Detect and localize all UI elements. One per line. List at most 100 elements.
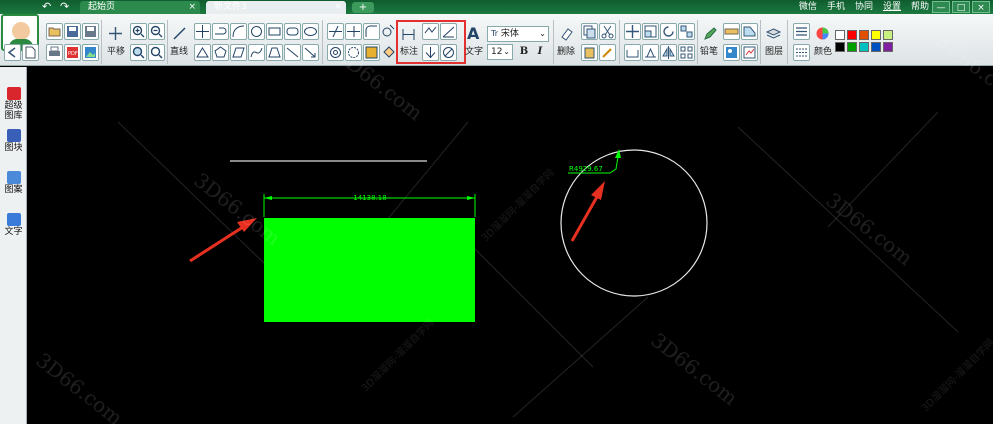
open-file-icon[interactable] <box>46 23 63 40</box>
image-export-icon[interactable] <box>82 44 99 61</box>
sidebar-item-label: 文字 <box>4 227 23 237</box>
print-icon[interactable] <box>46 44 63 61</box>
minimize-button[interactable]: — <box>932 1 950 13</box>
sidebar-item-block[interactable]: 图块 <box>1 129 26 153</box>
close-window-button[interactable]: × <box>972 1 990 13</box>
diagonal-line-icon[interactable] <box>284 44 301 61</box>
color-swatch[interactable] <box>871 30 881 40</box>
eraser-icon[interactable] <box>559 26 576 43</box>
scale-icon[interactable] <box>642 23 659 40</box>
rotate-object-icon[interactable] <box>660 23 677 40</box>
color-swatch[interactable] <box>847 42 857 52</box>
dimension-tool-icon[interactable] <box>401 27 418 44</box>
angular-dimension-icon[interactable] <box>440 23 457 40</box>
svg-text:PDF: PDF <box>68 51 78 57</box>
wechat-link[interactable]: 微信 <box>799 0 817 14</box>
fillet-icon[interactable] <box>363 23 380 40</box>
mobile-link[interactable]: 手机 <box>827 0 845 14</box>
tab-start-page[interactable]: 起始页 × <box>80 1 200 14</box>
color-swatch[interactable] <box>883 42 893 52</box>
add-tab-button[interactable]: + <box>352 2 374 13</box>
image-insert-icon[interactable] <box>723 44 740 61</box>
collaborate-link[interactable]: 协同 <box>855 0 873 14</box>
diameter-dimension-icon[interactable] <box>440 44 457 61</box>
stretch-icon[interactable] <box>624 44 641 61</box>
help-link[interactable]: 帮助 <box>911 0 929 14</box>
copy-icon[interactable] <box>581 23 598 40</box>
arrow-line-icon[interactable] <box>302 44 319 61</box>
paste-icon[interactable] <box>581 44 598 61</box>
zoom-in-icon[interactable] <box>130 23 147 40</box>
color-swatch[interactable] <box>847 30 857 40</box>
ellipse-icon[interactable] <box>302 23 319 40</box>
save-icon[interactable] <box>64 23 81 40</box>
font-size-select[interactable]: 12 ⌄ <box>487 44 513 60</box>
zoom-extents-icon[interactable] <box>130 44 147 61</box>
color-label: 颜色 <box>814 47 833 57</box>
text-tool-icon[interactable]: A <box>467 26 484 43</box>
tab-new-file[interactable]: 新文件3 × <box>206 1 346 14</box>
radius-dimension-icon[interactable] <box>422 44 439 61</box>
align-icon[interactable] <box>642 44 659 61</box>
arc-icon[interactable] <box>230 23 247 40</box>
pdf-export-icon[interactable]: PDF <box>64 44 81 61</box>
new-file-icon[interactable] <box>22 44 39 61</box>
layers-icon[interactable] <box>766 26 783 43</box>
color-swatch[interactable] <box>859 30 869 40</box>
close-icon[interactable]: × <box>188 1 196 14</box>
curve-icon[interactable] <box>248 44 265 61</box>
rounded-rect-icon[interactable] <box>284 23 301 40</box>
pattern-icon <box>6 171 21 184</box>
pencil-icon[interactable] <box>703 26 720 43</box>
color-swatch[interactable] <box>871 42 881 52</box>
aligned-dimension-icon[interactable] <box>422 23 439 40</box>
trapezoid-icon[interactable] <box>266 44 283 61</box>
trim-icon[interactable] <box>327 23 344 40</box>
font-select[interactable]: Tr 宋体 ⌄ <box>487 26 549 42</box>
redo-icon[interactable]: ↷ <box>60 0 69 14</box>
sidebar-item-text[interactable]: 文字 <box>1 213 26 237</box>
color-swatch[interactable] <box>859 42 869 52</box>
sidebar-item-gallery[interactable]: 超级图库 <box>1 87 26 121</box>
sidebar-item-pattern[interactable]: 图案 <box>1 171 26 195</box>
triangle-icon[interactable] <box>194 44 211 61</box>
line-tool-icon[interactable] <box>172 26 189 43</box>
brush-icon[interactable] <box>599 44 616 61</box>
color-swatch[interactable] <box>835 30 845 40</box>
undo-icon[interactable]: ↶ <box>42 0 51 14</box>
filled-rectangle[interactable] <box>264 218 475 322</box>
zoom-out-icon[interactable] <box>148 23 165 40</box>
zoom-refresh-icon[interactable] <box>148 44 165 61</box>
ruler-icon[interactable] <box>723 23 740 40</box>
move-icon[interactable] <box>624 23 641 40</box>
crosshair-icon[interactable] <box>194 23 211 40</box>
circle-icon[interactable] <box>248 23 265 40</box>
settings-link[interactable]: 设置 <box>883 0 901 14</box>
mirror-icon[interactable] <box>660 44 677 61</box>
color-swatch[interactable] <box>883 30 893 40</box>
rectangle-icon[interactable] <box>266 23 283 40</box>
bold-button[interactable]: B <box>517 44 531 60</box>
layer-edit-icon[interactable] <box>741 23 758 40</box>
polyline-icon[interactable] <box>212 23 229 40</box>
parallelogram-icon[interactable] <box>230 44 247 61</box>
group-icon[interactable] <box>678 44 695 61</box>
save-as-icon[interactable] <box>82 23 99 40</box>
gallery-icon <box>6 87 21 100</box>
pentagon-icon[interactable] <box>212 44 229 61</box>
cut-icon[interactable] <box>599 23 616 40</box>
title-bar: ↶ ↷ 起始页 × 新文件3 × + 微信 手机 协同 设置 帮助 — □ × <box>0 0 993 14</box>
maximize-button[interactable]: □ <box>952 1 970 13</box>
array-icon[interactable] <box>678 23 695 40</box>
extend-icon[interactable] <box>345 23 362 40</box>
italic-button[interactable]: I <box>533 44 547 60</box>
color-wheel-icon[interactable] <box>815 26 832 43</box>
chart-icon[interactable] <box>741 44 758 61</box>
line-type-icon[interactable] <box>793 44 810 61</box>
back-icon[interactable] <box>4 44 21 61</box>
close-icon[interactable]: × <box>334 1 342 14</box>
line-weight-icon[interactable] <box>793 23 810 40</box>
color-swatch[interactable] <box>835 42 845 52</box>
drawing-canvas[interactable]: 14138.18 R4929.67 3D66.com 3D66.com 3D66… <box>28 28 993 424</box>
pan-icon[interactable] <box>108 26 125 43</box>
